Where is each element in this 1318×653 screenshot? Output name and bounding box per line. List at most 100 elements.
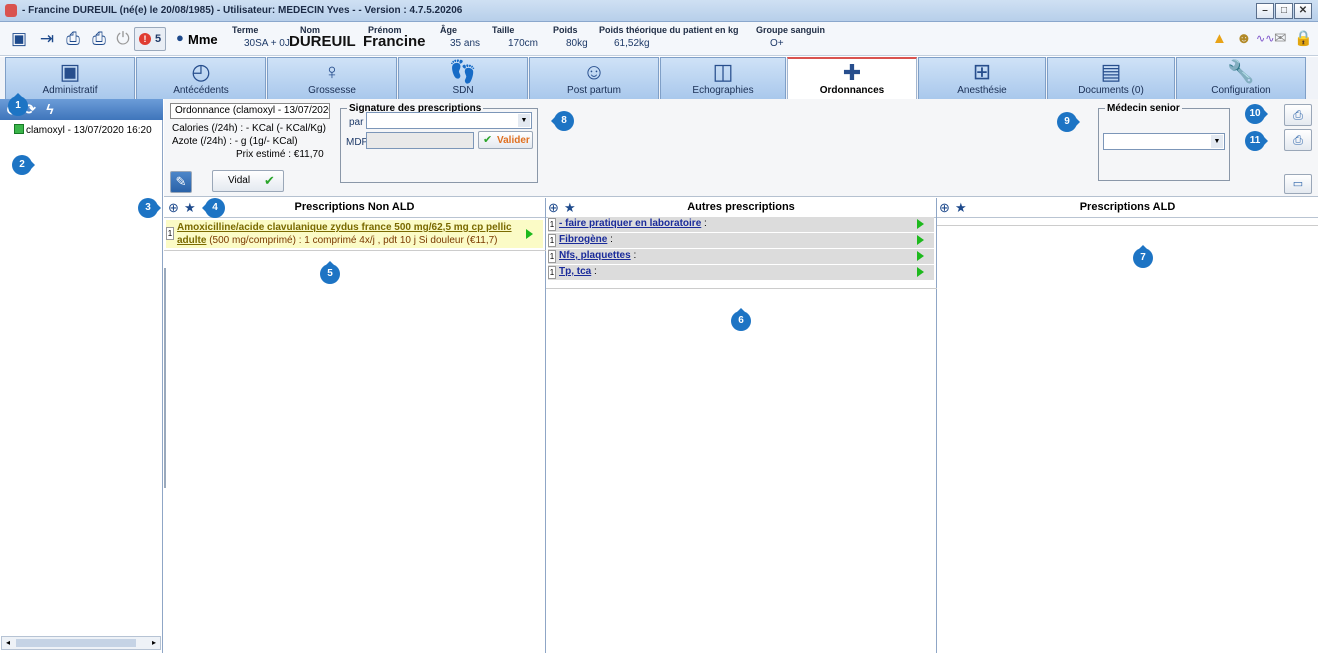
check-icon: ✔ — [264, 173, 275, 188]
vidal-button[interactable]: Vidal ✔ — [212, 170, 284, 192]
tab-ordonnances[interactable]: ✚ Ordonnances — [787, 57, 917, 99]
window-titlebar: - Francine DUREUIL (né(e) le 20/08/1985)… — [0, 0, 1318, 22]
tab-administratif[interactable]: ▣ Administratif — [5, 57, 135, 99]
tab-grossesse[interactable]: ♀ Grossesse — [267, 57, 397, 99]
horizontal-scrollbar[interactable]: ◂ ▸ — [1, 636, 161, 650]
poids-theo-label: Poids théorique du patient en kg — [599, 25, 739, 35]
prescription-row[interactable]: 1 Tp, tca : — [548, 265, 934, 280]
column-title: Autres prescriptions — [687, 201, 795, 213]
tab-anesthesie[interactable]: ⊞ Anesthésie — [918, 57, 1046, 99]
prescription-row[interactable]: 1 Fibrogène : — [548, 233, 934, 248]
valider-button[interactable]: ✔ Valider — [478, 131, 533, 149]
quantity-badge: 1 — [548, 266, 556, 279]
callout-3: 3 — [138, 198, 161, 218]
prescription-suffix: : — [591, 266, 597, 277]
vidal-label: Vidal — [228, 175, 251, 186]
lock-icon[interactable]: 🔒 — [1294, 31, 1313, 47]
age-value: 35 ans — [450, 38, 481, 49]
poids-label: Poids — [553, 25, 578, 35]
age-label: Âge — [440, 25, 458, 35]
monitor-wave-icon[interactable]: ∿∿ — [1256, 31, 1274, 47]
play-icon[interactable] — [917, 235, 924, 245]
quantity-badge: 1 — [548, 250, 556, 263]
callout-11: 11 — [1245, 131, 1268, 151]
print-icon: ⎙ — [1293, 108, 1303, 122]
close-button[interactable]: ✕ — [1294, 3, 1312, 19]
print-settings-icon[interactable]: ⎙ — [88, 28, 110, 50]
prix-estime: Prix estimé : €11,70 — [236, 149, 324, 160]
module-tabs: ▣ Administratif ◴ Antécédents ♀ Grossesse 👣… — [0, 57, 1318, 99]
password-field[interactable] — [366, 132, 474, 149]
column-header: ⊕ ★ Autres prescriptions — [546, 198, 936, 218]
anesthesia-icon: ⊞ — [972, 59, 992, 84]
tab-antecedents[interactable]: ◴ Antécédents — [136, 57, 266, 99]
prescription-suffix: : — [701, 218, 707, 229]
groupe-value: O+ — [770, 38, 784, 49]
mail-icon[interactable]: ✉ — [1274, 31, 1287, 47]
person-icon: ● — [176, 30, 184, 45]
quantity-badge: 1 — [166, 227, 174, 240]
scroll-thumb[interactable] — [16, 639, 136, 647]
scroll-left-icon[interactable]: ◂ — [2, 637, 14, 649]
groupe-label: Groupe sanguin — [756, 25, 826, 35]
tab-label: Documents (0) — [1078, 85, 1144, 96]
dropdown-arrow-icon: ▼ — [518, 114, 530, 127]
column-autres: ⊕ ★ Autres prescriptions 1- faire pratiq… — [546, 198, 937, 653]
warning-icon[interactable]: ▲ — [1212, 31, 1227, 47]
print-settings-icon: ⎙ — [1293, 133, 1303, 147]
alerts-button[interactable]: ! 5 — [134, 27, 166, 51]
prescription-row[interactable]: 1- faire pratiquer en laboratoire : — [548, 217, 934, 232]
par-label: par — [349, 117, 364, 128]
tab-label: Anesthésie — [957, 85, 1007, 96]
tab-echographies[interactable]: ◫ Echographies — [660, 57, 786, 99]
print-options-button[interactable]: ⎙ — [1284, 129, 1312, 151]
tree-item-label: clamoxyl - 13/07/2020 16:20 — [26, 125, 152, 136]
minimize-button[interactable]: – — [1256, 3, 1274, 19]
senior-select[interactable]: ▼ — [1103, 133, 1225, 150]
signataire-select[interactable]: ▼ — [366, 112, 532, 129]
row-divider — [546, 288, 937, 289]
tab-documents[interactable]: ▤ Documents (0) — [1047, 57, 1175, 99]
tree-item-ordonnance[interactable]: clamoxyl - 13/07/2020 16:20 — [14, 124, 152, 136]
vertical-splitter[interactable] — [164, 268, 166, 488]
drug-name-cont[interactable]: adulte — [177, 235, 206, 246]
scroll-right-icon[interactable]: ▸ — [148, 637, 160, 649]
lightning-icon[interactable]: ϟ — [42, 101, 58, 117]
prescription-name[interactable]: Fibrogène — [559, 234, 607, 245]
patient-bar: ▣ ⇥ ⎙ ⎙ ⏻ ! 5 ● Mme Terme 30SA + 0J Nom … — [0, 22, 1318, 56]
prescription-row[interactable]: 1 Amoxicilline/acide clavulanique zydus … — [166, 220, 543, 248]
print-ordonnance-button[interactable]: ⎙ — [1284, 104, 1312, 126]
note-button[interactable]: ▭ — [1284, 174, 1312, 194]
tab-configuration[interactable]: 🔧 Configuration — [1176, 57, 1306, 99]
tab-sdn[interactable]: 👣 SDN — [398, 57, 528, 99]
column-ald: ⊕ ★ Prescriptions ALD — [937, 198, 1318, 653]
taille-value: 170cm — [508, 38, 539, 49]
callout-10: 10 — [1245, 104, 1268, 124]
prescription-node-icon — [14, 124, 24, 134]
prescription-name[interactable]: - faire pratiquer en laboratoire — [559, 218, 701, 229]
drug-name[interactable]: Amoxicilline/acide clavulanique zydus fr… — [177, 222, 512, 233]
pregnancy-icon: ♀ — [323, 59, 341, 84]
prescription-name[interactable]: Tp, tca — [559, 266, 591, 277]
civility: Mme — [188, 32, 218, 47]
edit-button[interactable]: ✎ — [170, 171, 192, 193]
print-icon[interactable]: ⎙ — [62, 28, 84, 50]
poids-value: 80kg — [566, 38, 588, 49]
prescription-row[interactable]: 1 Nfs, plaquettes : — [548, 249, 934, 264]
prescription-suffix: : — [630, 250, 637, 261]
export-icon[interactable]: ⇥ — [36, 28, 58, 50]
valider-label: Valider — [497, 135, 530, 146]
play-icon[interactable] — [526, 229, 533, 239]
play-icon[interactable] — [917, 251, 924, 261]
column-header: ⊕ ★ Prescriptions ALD — [937, 198, 1318, 218]
users-icon[interactable]: ☻ — [1236, 31, 1252, 47]
tab-post-partum[interactable]: ☺ Post partum — [529, 57, 659, 99]
prescription-name[interactable]: Nfs, plaquettes — [559, 250, 631, 261]
play-icon[interactable] — [917, 219, 924, 229]
play-icon[interactable] — [917, 267, 924, 277]
maximize-button[interactable]: □ — [1275, 3, 1293, 19]
tab-label: Echographies — [692, 85, 754, 96]
power-icon[interactable]: ⏻ — [112, 28, 134, 50]
azote-info: Azote (/24h) : - g (1g/- KCal) — [172, 136, 298, 147]
patient-folder-icon[interactable]: ▣ — [8, 28, 30, 50]
